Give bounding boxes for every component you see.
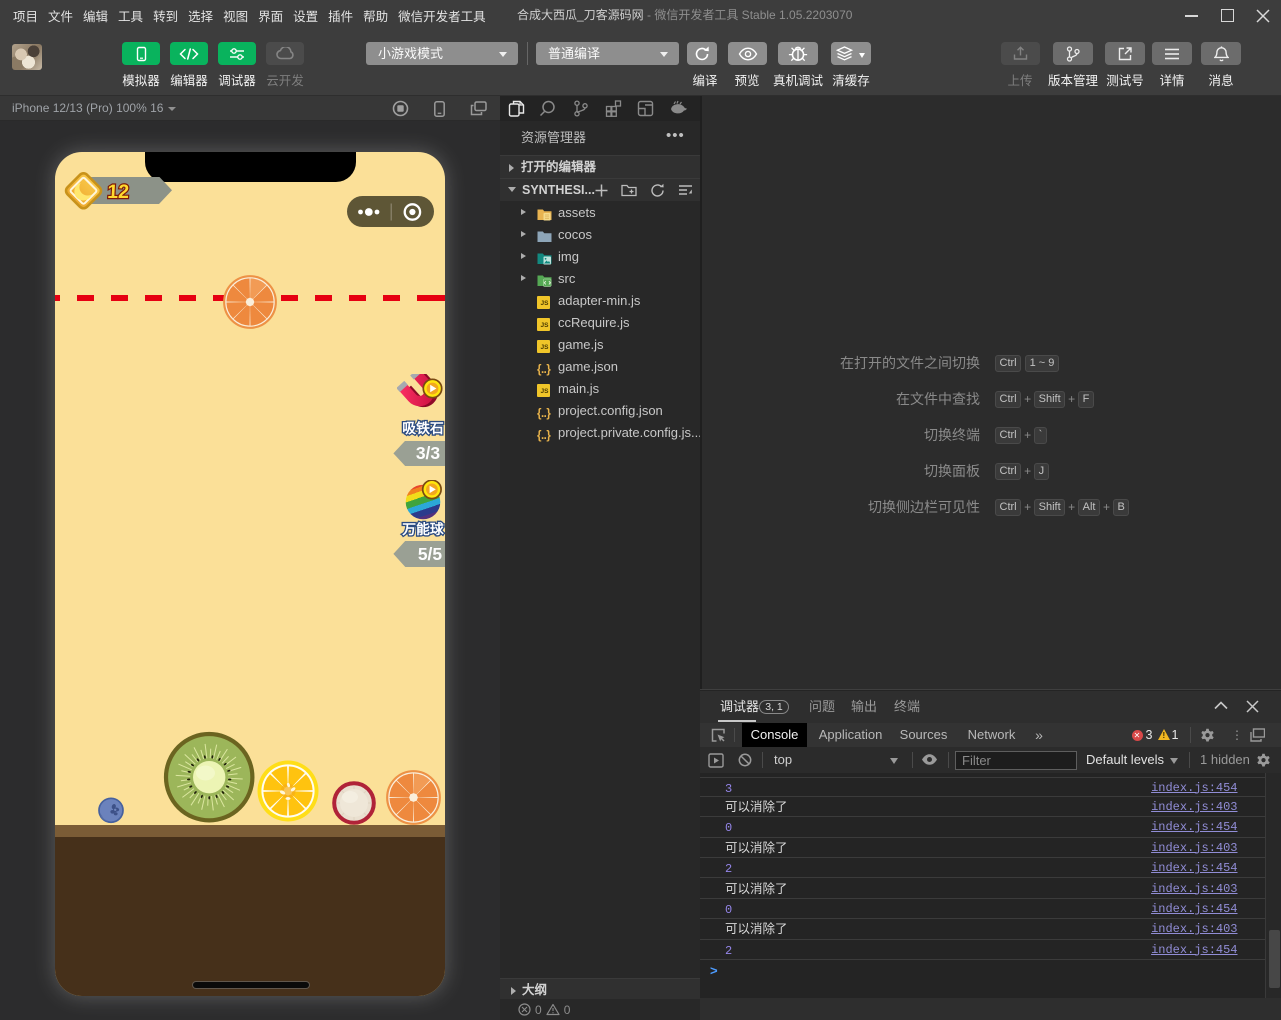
- svg-text:万能球: 万能球: [402, 518, 445, 538]
- svg-text:12: 12: [107, 181, 130, 203]
- svg-text:吸铁石: 吸铁石: [402, 417, 444, 437]
